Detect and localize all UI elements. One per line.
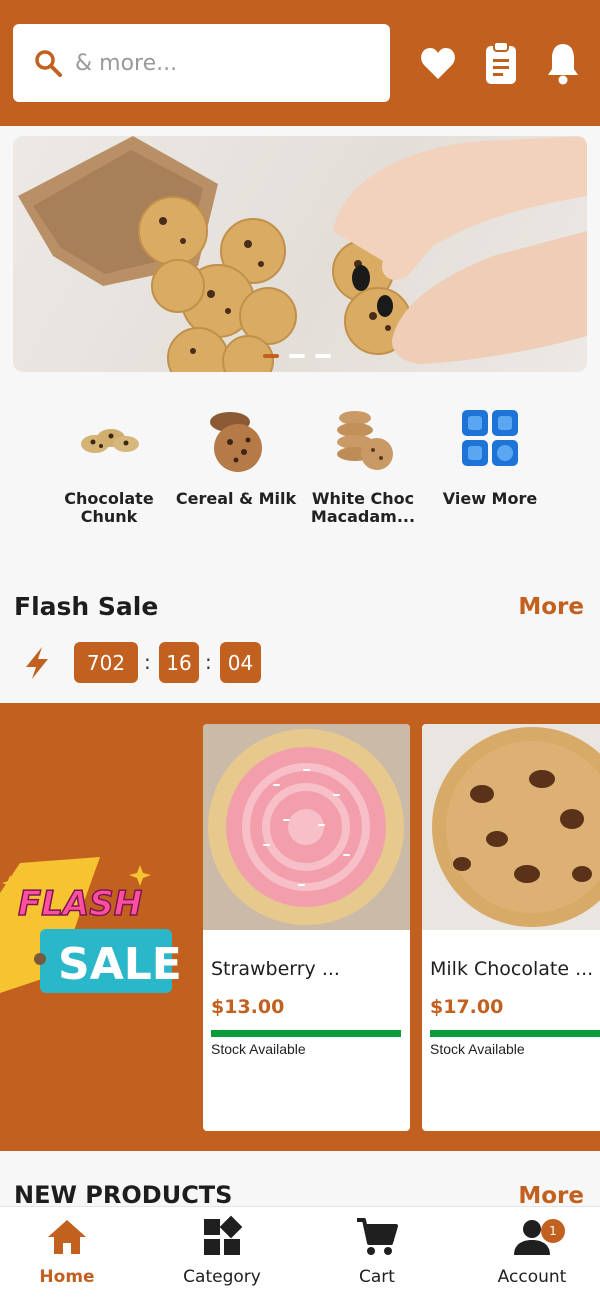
nav-item-account[interactable]: 1 Account [457,1215,600,1287]
nav-label: Category [183,1267,261,1287]
category-icon [204,1215,243,1255]
lightning-bolt-icon [26,647,48,679]
white-choc-cookie-stack-icon [337,411,393,470]
pagination-dot[interactable] [289,354,305,358]
nav-item-home[interactable]: Home [0,1215,142,1287]
cart-icon [357,1218,398,1255]
promo-banner[interactable] [13,136,587,372]
new-products-more-link[interactable]: More [518,1183,584,1206]
notification-badge: 1 [541,1219,565,1243]
category-label: Chocolate Chunk [64,489,154,526]
nav-item-category[interactable]: Category [147,1215,297,1287]
product-price: $17.00 [430,996,504,1018]
timer-seconds: 04 [220,642,261,683]
bottom-navigation: Home Category Cart 1 Account [0,1206,600,1300]
flash-sale-more-link[interactable]: More [518,594,584,620]
home-icon [48,1220,86,1254]
product-name: Strawberry ... [211,958,340,980]
flash-sale-promo-art: FLASH SALE [0,857,180,993]
product-image [203,724,410,930]
product-name: Milk Chocolate ... [430,958,594,980]
app-header: & more... [0,0,600,126]
new-products-title: NEW PRODUCTS [14,1181,233,1206]
category-label: Cereal & Milk [175,489,297,508]
grid-apps-icon [462,410,518,466]
nav-item-cart[interactable]: Cart [302,1215,452,1287]
search-icon [35,50,62,77]
product-card[interactable]: Strawberry ... $13.00 Stock Available [203,724,410,1131]
banner-pagination [263,354,331,358]
stock-status: Stock Available [430,1041,525,1057]
category-view-more[interactable]: View More [426,400,554,508]
timer-hours: 702 [74,642,138,683]
category-white-choc-macadamia[interactable]: White Choc Macadam... [299,400,427,526]
search-placeholder: & more... [75,50,178,76]
promo-art-line2: SALE [58,939,180,990]
new-products-section: NEW PRODUCTS More [0,1152,600,1206]
nav-label: Home [39,1267,95,1287]
timer-separator: : [144,650,151,674]
product-price: $13.00 [211,996,285,1018]
stock-progress-bar [211,1030,401,1037]
chocolate-chunk-cookies-icon [81,429,139,453]
clipboard-icon[interactable] [482,38,520,88]
product-card[interactable]: Milk Chocolate ... $17.00 Stock Availabl… [422,724,600,1131]
pagination-dot-active[interactable] [263,354,279,358]
nav-label: Account [497,1267,567,1287]
stock-status: Stock Available [211,1041,306,1057]
category-label: View More [442,489,538,508]
category-row: Chocolate Chunk Cereal & Milk White Choc… [0,400,600,540]
category-chocolate-chunk[interactable]: Chocolate Chunk [45,400,173,526]
banner-image [18,136,587,372]
flash-sale-carousel[interactable]: FLASH SALE Strawberry ... $13.00 Stock A… [0,703,600,1151]
category-cereal-milk[interactable]: Cereal & Milk [172,400,300,508]
bell-icon[interactable] [544,38,582,88]
flash-sale-title: Flash Sale [14,592,159,621]
stock-progress-bar [430,1030,600,1037]
pagination-dot[interactable] [315,354,331,358]
category-label: White Choc Macadam... [310,489,416,526]
promo-art-line1: FLASH [18,884,142,924]
search-bar[interactable]: & more... [13,24,390,102]
timer-separator: : [205,650,212,674]
timer-minutes: 16 [159,642,199,683]
heart-icon[interactable] [419,38,457,88]
nav-label: Cart [359,1267,395,1287]
cereal-milk-cookies-icon [210,412,262,472]
home-screen: & more... Chocolate Chunk Cereal & Milk … [0,0,600,1300]
product-image [422,724,600,930]
